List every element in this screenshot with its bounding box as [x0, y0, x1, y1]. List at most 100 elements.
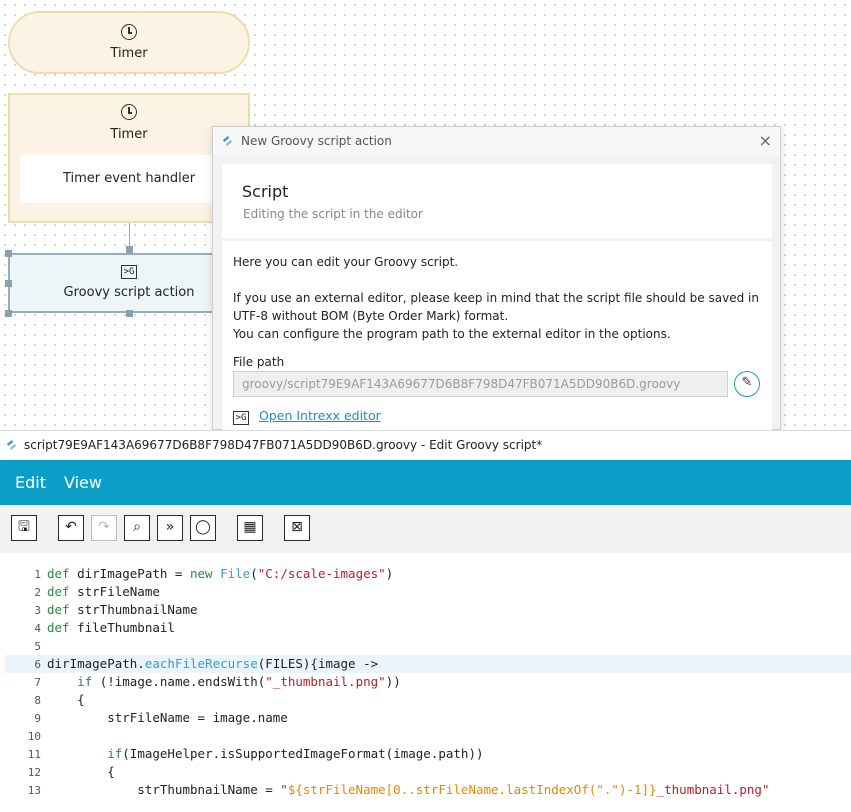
code-line[interactable]: 7 if (!image.name.endsWith("_thumbnail.p…: [5, 673, 851, 691]
app-logo-icon: [7, 440, 16, 450]
code-line[interactable]: 11 if(ImageHelper.isSupportedImageFormat…: [5, 745, 851, 763]
code-token: )): [385, 674, 401, 689]
code-line[interactable]: 4 def fileThumbnail: [5, 619, 851, 637]
line-number: 8: [34, 694, 41, 707]
close-script-button[interactable]: ⊠: [284, 515, 310, 541]
dialog-header: Script Editing the script in the editor: [222, 164, 772, 238]
resize-handle-bottom-left[interactable]: [5, 310, 12, 317]
dialog-heading: Script: [242, 182, 289, 201]
code-token: ": [280, 782, 288, 797]
comment-button[interactable]: ◯: [190, 515, 216, 541]
goto-button[interactable]: »: [157, 515, 183, 541]
code-token: _thumbnail.png": [656, 782, 770, 797]
code-editor[interactable]: 1 def dirImagePath = new File("C:/scale-i…: [5, 553, 851, 812]
intro-text: Here you can edit your Groovy script.: [233, 255, 459, 269]
code-token: "_thumbnail.png": [265, 674, 386, 689]
redo-icon: ↷: [98, 519, 110, 535]
edit-path-button[interactable]: ✎: [734, 371, 760, 397]
code-token: strFileName: [69, 584, 160, 599]
code-token: (: [250, 566, 258, 581]
close-icon[interactable]: ×: [759, 127, 772, 155]
code-line[interactable]: 5: [5, 637, 851, 655]
info-text-1: If you use an external editor, please ke…: [233, 291, 759, 305]
code-line[interactable]: 12 {: [5, 763, 851, 781]
resize-handle-top-left[interactable]: [5, 250, 12, 257]
line-number: 6: [34, 658, 41, 671]
code-token: def: [47, 620, 70, 635]
line-number: 1: [34, 568, 41, 581]
search-button[interactable]: ⌕: [124, 515, 150, 541]
redo-button[interactable]: ↷: [91, 515, 117, 541]
line-number: 5: [34, 640, 41, 653]
save-button[interactable]: 🖫: [11, 515, 37, 541]
line-number: 11: [27, 748, 41, 761]
code-token: {: [47, 692, 85, 707]
dialog-title-bar[interactable]: New Groovy script action ×: [213, 127, 780, 155]
clock-icon: [121, 104, 137, 120]
dialog-body: Here you can edit your Groovy script. If…: [222, 241, 772, 431]
file-path-field[interactable]: groovy/script79E9AF143A69677D6B8F798D47F…: [233, 371, 728, 397]
menu-edit[interactable]: Edit: [15, 460, 46, 505]
code-token: strThumbnailName =: [47, 782, 281, 797]
code-line[interactable]: 13 strThumbnailName = "${strFileName[0..…: [5, 781, 851, 799]
new-groovy-script-dialog: New Groovy script action × Script Editin…: [212, 126, 781, 431]
timer-start-node[interactable]: Timer: [8, 11, 250, 74]
line-number: 4: [34, 622, 41, 635]
groovy-icon: >G: [121, 265, 137, 279]
search-icon: ⌕: [133, 519, 141, 535]
groovy-icon: >G: [233, 411, 249, 425]
menu-bar: Edit View: [0, 460, 851, 505]
code-token: "C:/scale-images": [257, 566, 386, 581]
file-path-label: File path: [233, 355, 285, 369]
code-line[interactable]: 10: [5, 727, 851, 745]
line-number: 10: [27, 730, 41, 743]
code-token: def: [47, 566, 70, 581]
code-line[interactable]: 9 strFileName = image.name: [5, 709, 851, 727]
code-token: strThumbnailName: [69, 602, 198, 617]
code-line[interactable]: 6 dirImagePath.eachFileRecurse(FILES){ima…: [5, 655, 851, 673]
app-logo-icon: [223, 136, 232, 146]
timer-start-label: Timer: [110, 46, 148, 61]
code-token: def: [47, 602, 70, 617]
clock-icon: [121, 24, 137, 40]
connector-handle[interactable]: [126, 246, 133, 253]
line-number: 3: [34, 604, 41, 617]
open-intrexx-editor-link[interactable]: Open Intrexx editor: [259, 408, 381, 423]
comment-icon: ◯: [195, 519, 211, 535]
close-script-icon: ⊠: [291, 519, 303, 535]
code-token: (!image.name.endsWith(: [92, 674, 266, 689]
line-number: 12: [27, 766, 41, 779]
dialog-title: New Groovy script action: [241, 134, 392, 148]
code-line[interactable]: 3 def strThumbnailName: [5, 601, 851, 619]
code-token: new: [190, 566, 213, 581]
info-text-2: UTF-8 without BOM (Byte Order Mark) form…: [233, 309, 509, 323]
code-line[interactable]: 8 {: [5, 691, 851, 709]
code-token: ): [385, 566, 394, 581]
code-line[interactable]: 1 def dirImagePath = new File("C:/scale-i…: [5, 565, 851, 583]
resize-handle-left[interactable]: [5, 280, 12, 287]
code-token: if: [77, 674, 93, 689]
code-token: if: [107, 746, 123, 761]
code-token: strFileName = image.name: [47, 710, 288, 725]
undo-button[interactable]: ↶: [58, 515, 84, 541]
toolbar: 🖫 ↶ ↷ ⌕ » ◯ ▦ ⊠: [0, 505, 851, 553]
resize-handle-bottom[interactable]: [126, 310, 133, 317]
timer-event-handler[interactable]: Timer event handler: [20, 155, 238, 203]
script-test-button[interactable]: ▦: [237, 515, 263, 541]
undo-icon: ↶: [65, 519, 77, 535]
editor-title-bar[interactable]: script79E9AF143A69677D6B8F798D47FB071A5D…: [0, 431, 851, 459]
code-token: fileThumbnail: [69, 620, 175, 635]
dialog-subheading: Editing the script in the editor: [243, 207, 423, 221]
menu-view[interactable]: View: [64, 460, 102, 505]
code-token: eachFileRecurse: [144, 656, 258, 671]
code-line[interactable]: 2 def strFileName: [5, 583, 851, 601]
code-token: dirImagePath.: [47, 656, 145, 671]
goto-icon: »: [165, 519, 175, 535]
line-number: 9: [34, 712, 41, 725]
code-token: dirImagePath =: [69, 566, 190, 581]
code-token: (FILES){image ->: [257, 656, 379, 671]
script-test-icon: ▦: [243, 519, 257, 535]
